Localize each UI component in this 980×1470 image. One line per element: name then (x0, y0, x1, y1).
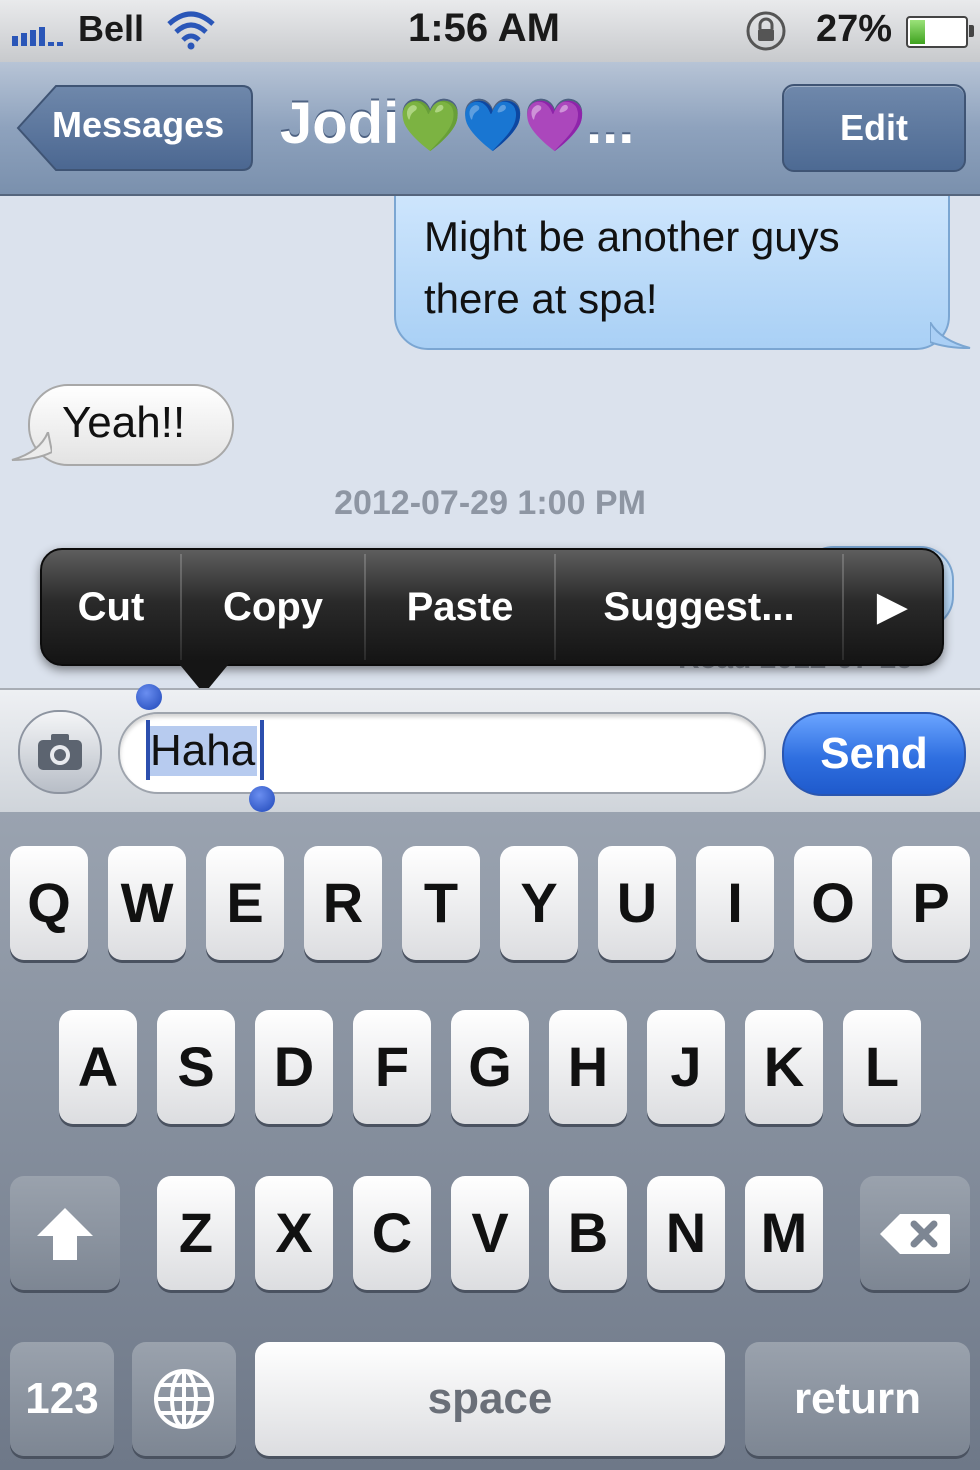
wifi-icon (167, 11, 215, 50)
message-line: Might be another guys (424, 213, 840, 260)
paste-menu-item[interactable]: Paste (366, 550, 554, 664)
key-t[interactable]: T (402, 846, 480, 960)
camera-icon (38, 734, 82, 770)
carrier-name: Bell (78, 8, 145, 49)
selection-end-handle[interactable] (260, 720, 264, 780)
key-w[interactable]: W (108, 846, 186, 960)
shift-key[interactable] (10, 1176, 120, 1290)
outgoing-message-bubble[interactable]: Yah haha there Might be another guys the… (394, 196, 950, 350)
key-g[interactable]: G (451, 1010, 529, 1124)
message-input-text: Haha (148, 726, 258, 776)
message-line: there at spa! (424, 275, 658, 322)
key-u[interactable]: U (598, 846, 676, 960)
suggest-menu-item[interactable]: Suggest... (556, 550, 842, 664)
keyboard-row-2: A S D F G H J K L (0, 1010, 980, 1128)
key-s[interactable]: S (157, 1010, 235, 1124)
bubble-tail (930, 322, 971, 349)
cut-menu-item[interactable]: Cut (42, 550, 180, 664)
key-c[interactable]: C (353, 1176, 431, 1290)
bubble-tail (11, 432, 52, 461)
key-d[interactable]: D (255, 1010, 333, 1124)
key-v[interactable]: V (451, 1176, 529, 1290)
key-a[interactable]: A (59, 1010, 137, 1124)
nav-title: Jodi💚💙💜... (280, 90, 634, 170)
edit-button[interactable]: Edit (782, 84, 966, 172)
keyboard-row-3: Z X C V B N M (0, 1176, 980, 1294)
numbers-key[interactable]: 123 (10, 1342, 114, 1456)
key-q[interactable]: Q (10, 846, 88, 960)
back-button-label: Messages (52, 104, 225, 145)
key-i[interactable]: I (696, 846, 774, 960)
more-arrow-icon[interactable]: ▶ (844, 550, 940, 664)
key-h[interactable]: H (549, 1010, 627, 1124)
shift-icon (37, 1208, 93, 1260)
return-key[interactable]: return (745, 1342, 970, 1456)
keyboard-row-1: Q W E R T Y U I O P (0, 846, 980, 964)
message-line: Yeah!! (62, 398, 186, 447)
battery-icon (906, 16, 974, 48)
space-key[interactable]: space (255, 1342, 725, 1456)
edit-button-label: Edit (840, 107, 908, 148)
edit-menu: Cut Copy Paste Suggest... ▶ (40, 548, 944, 666)
battery-percent: 27% (816, 8, 893, 50)
globe-icon (154, 1369, 214, 1429)
status-bar: Bell 1:56 AM 27% (0, 0, 980, 64)
key-x[interactable]: X (255, 1176, 333, 1290)
contact-name: Jodi (280, 91, 400, 156)
key-f[interactable]: F (353, 1010, 431, 1124)
selection-end-knob[interactable] (249, 786, 275, 812)
key-j[interactable]: J (647, 1010, 725, 1124)
key-k[interactable]: K (745, 1010, 823, 1124)
selection-start-knob[interactable] (136, 684, 162, 710)
key-y[interactable]: Y (500, 846, 578, 960)
key-m[interactable]: M (745, 1176, 823, 1290)
copy-menu-item[interactable]: Copy (182, 550, 364, 664)
composer-bar: Haha Send (0, 684, 980, 814)
heart-blue-icon: 💙 (461, 98, 524, 154)
delete-key[interactable] (860, 1176, 970, 1290)
key-r[interactable]: R (304, 846, 382, 960)
heart-purple-icon: 💜 (523, 98, 587, 154)
message-timestamp: 2012-07-29 1:00 PM (334, 484, 646, 522)
rotation-lock-icon (746, 11, 786, 51)
key-o[interactable]: O (794, 846, 872, 960)
incoming-message-bubble[interactable]: Yeah!! (28, 384, 234, 466)
key-b[interactable]: B (549, 1176, 627, 1290)
key-z[interactable]: Z (157, 1176, 235, 1290)
key-e[interactable]: E (206, 846, 284, 960)
send-button-label: Send (820, 729, 928, 778)
keyboard-row-4: 123 space return (0, 1342, 980, 1460)
clock: 1:56 AM (408, 6, 560, 50)
camera-button[interactable] (18, 710, 102, 794)
keyboard: Q W E R T Y U I O P A S D F G H J K L Z … (0, 812, 980, 1470)
title-ellipsis: ... (586, 91, 635, 156)
message-line: Yah haha there (424, 196, 840, 206)
key-n[interactable]: N (647, 1176, 725, 1290)
selection-start-handle[interactable] (146, 720, 150, 780)
key-p[interactable]: P (892, 846, 970, 960)
globe-key[interactable] (132, 1342, 236, 1456)
messages-back-button[interactable]: Messages (16, 84, 254, 172)
heart-green-icon: 💚 (399, 98, 462, 154)
delete-icon (880, 1214, 950, 1254)
message-input-field[interactable]: Haha (118, 712, 766, 794)
battery-level-fill (910, 20, 925, 44)
signal-icon (12, 27, 63, 46)
key-l[interactable]: L (843, 1010, 921, 1124)
send-button[interactable]: Send (782, 712, 966, 796)
navigation-bar: Messages Jodi💚💙💜... Edit (0, 62, 980, 196)
